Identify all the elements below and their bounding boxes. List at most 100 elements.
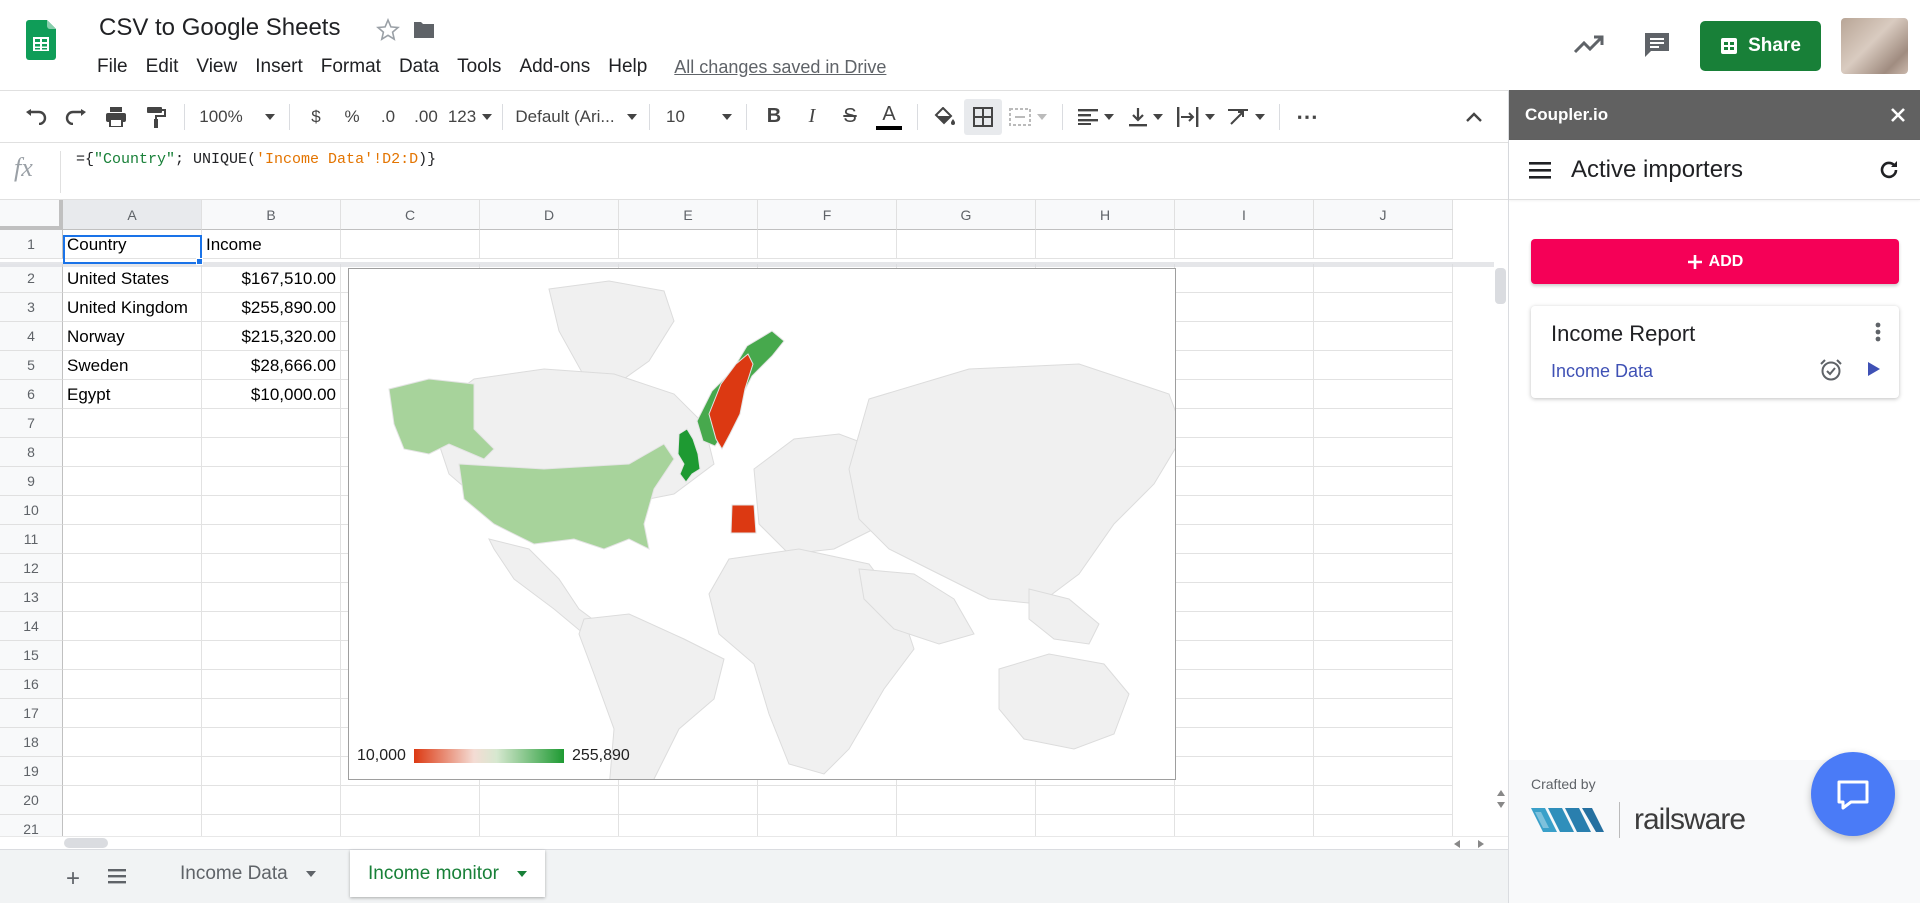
cell[interactable] bbox=[341, 815, 480, 836]
cell[interactable] bbox=[480, 230, 619, 259]
decrease-decimal-button[interactable]: .0 bbox=[370, 99, 406, 135]
cell[interactable] bbox=[63, 438, 202, 467]
cell[interactable] bbox=[758, 230, 897, 259]
cell[interactable] bbox=[1175, 757, 1314, 786]
cell[interactable] bbox=[1175, 728, 1314, 757]
cell[interactable] bbox=[619, 815, 758, 836]
save-status-link[interactable]: All changes saved in Drive bbox=[674, 57, 886, 78]
currency-format-button[interactable]: $ bbox=[298, 99, 334, 135]
row-header[interactable]: 21 bbox=[0, 815, 63, 836]
menu-help[interactable]: Help bbox=[599, 56, 656, 78]
cell[interactable] bbox=[1314, 322, 1453, 351]
hamburger-menu-icon[interactable] bbox=[1529, 161, 1551, 179]
cell[interactable] bbox=[1175, 496, 1314, 525]
geo-chart[interactable]: 10,000 255,890 bbox=[348, 268, 1176, 780]
cell[interactable] bbox=[202, 525, 341, 554]
cell[interactable] bbox=[1314, 230, 1453, 259]
row-header[interactable]: 2 bbox=[0, 264, 63, 293]
cell[interactable] bbox=[1314, 496, 1453, 525]
horizontal-scrollbar[interactable] bbox=[0, 836, 1508, 849]
cell[interactable] bbox=[1175, 467, 1314, 496]
cell[interactable]: United States bbox=[63, 264, 202, 293]
cell[interactable] bbox=[1175, 438, 1314, 467]
row-header[interactable]: 15 bbox=[0, 641, 63, 670]
cell[interactable] bbox=[1175, 264, 1314, 293]
cell[interactable] bbox=[63, 467, 202, 496]
row-header[interactable]: 10 bbox=[0, 496, 63, 525]
cell[interactable]: Income bbox=[202, 230, 341, 259]
cell[interactable] bbox=[1175, 612, 1314, 641]
cell[interactable] bbox=[63, 786, 202, 815]
cell[interactable] bbox=[1314, 757, 1453, 786]
cell[interactable] bbox=[1314, 786, 1453, 815]
cell[interactable] bbox=[202, 467, 341, 496]
row-header[interactable]: 5 bbox=[0, 351, 63, 380]
text-rotation-icon[interactable] bbox=[1221, 99, 1271, 135]
menu-addons[interactable]: Add-ons bbox=[510, 56, 599, 78]
cell[interactable] bbox=[1175, 554, 1314, 583]
cell[interactable] bbox=[1175, 230, 1314, 259]
scroll-down-icon[interactable] bbox=[1497, 802, 1505, 808]
cell[interactable]: $10,000.00 bbox=[202, 380, 341, 409]
cell[interactable] bbox=[63, 525, 202, 554]
redo-icon[interactable] bbox=[56, 99, 96, 135]
cell[interactable] bbox=[1314, 467, 1453, 496]
cell[interactable] bbox=[202, 670, 341, 699]
cell[interactable] bbox=[1314, 438, 1453, 467]
menu-tools[interactable]: Tools bbox=[448, 56, 510, 78]
cell[interactable] bbox=[1175, 351, 1314, 380]
row-header[interactable]: 8 bbox=[0, 438, 63, 467]
cell[interactable] bbox=[63, 496, 202, 525]
cell[interactable]: United Kingdom bbox=[63, 293, 202, 322]
cell[interactable] bbox=[1175, 380, 1314, 409]
cell[interactable]: Norway bbox=[63, 322, 202, 351]
run-importer-icon[interactable] bbox=[1867, 361, 1881, 377]
row-header[interactable]: 3 bbox=[0, 293, 63, 322]
add-sheet-icon[interactable]: + bbox=[66, 865, 80, 893]
folder-icon[interactable] bbox=[412, 20, 436, 40]
column-header-g[interactable]: G bbox=[897, 200, 1036, 230]
cell[interactable] bbox=[202, 583, 341, 612]
cell[interactable] bbox=[1314, 728, 1453, 757]
undo-icon[interactable] bbox=[16, 99, 56, 135]
row-header[interactable]: 17 bbox=[0, 699, 63, 728]
row-header[interactable]: 4 bbox=[0, 322, 63, 351]
cell[interactable] bbox=[202, 409, 341, 438]
cell[interactable] bbox=[1175, 409, 1314, 438]
railsware-logo[interactable]: railsware bbox=[1531, 802, 1746, 838]
importer-sheet-link[interactable]: Income Data bbox=[1551, 361, 1653, 382]
cell[interactable] bbox=[1175, 583, 1314, 612]
column-header-b[interactable]: B bbox=[202, 200, 341, 230]
cell[interactable] bbox=[202, 641, 341, 670]
cell[interactable] bbox=[1314, 670, 1453, 699]
cell[interactable] bbox=[63, 612, 202, 641]
cell[interactable] bbox=[1314, 264, 1453, 293]
menu-edit[interactable]: Edit bbox=[137, 56, 188, 78]
row-header[interactable]: 13 bbox=[0, 583, 63, 612]
cell[interactable] bbox=[480, 815, 619, 836]
percent-format-button[interactable]: % bbox=[334, 99, 370, 135]
cell[interactable] bbox=[202, 554, 341, 583]
cell[interactable]: Sweden bbox=[63, 351, 202, 380]
text-wrap-icon[interactable] bbox=[1171, 99, 1221, 135]
vertical-scrollbar[interactable] bbox=[1494, 268, 1508, 836]
chat-button[interactable] bbox=[1811, 752, 1895, 836]
borders-icon[interactable] bbox=[964, 98, 1002, 135]
column-header-e[interactable]: E bbox=[619, 200, 758, 230]
cell[interactable] bbox=[1175, 525, 1314, 554]
cell[interactable] bbox=[63, 728, 202, 757]
fill-color-icon[interactable] bbox=[926, 99, 964, 135]
font-family-select[interactable]: Default (Ari... bbox=[511, 99, 641, 135]
menu-file[interactable]: File bbox=[88, 56, 137, 78]
tab-income-monitor[interactable]: Income monitor bbox=[350, 850, 545, 897]
document-title[interactable]: CSV to Google Sheets bbox=[99, 14, 340, 42]
text-color-button[interactable]: A bbox=[869, 99, 909, 135]
cell[interactable] bbox=[1314, 293, 1453, 322]
tab-income-data[interactable]: Income Data bbox=[162, 850, 334, 897]
cell[interactable] bbox=[341, 786, 480, 815]
column-header-f[interactable]: F bbox=[758, 200, 897, 230]
cell[interactable] bbox=[1036, 815, 1175, 836]
row-header[interactable]: 11 bbox=[0, 525, 63, 554]
select-all-corner[interactable] bbox=[0, 200, 63, 230]
print-icon[interactable] bbox=[96, 99, 136, 135]
